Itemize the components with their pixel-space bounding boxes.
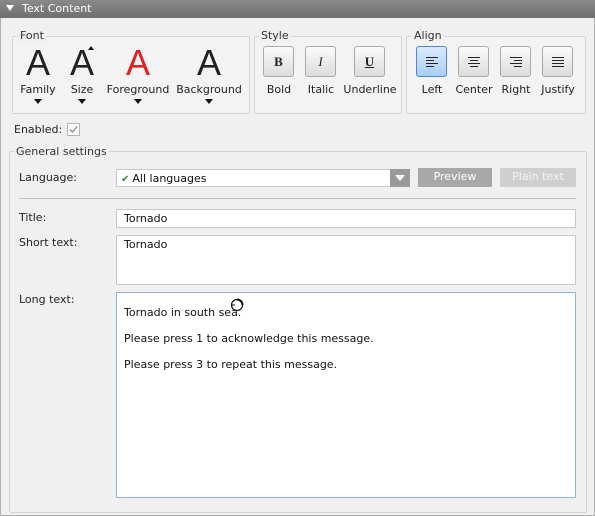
align-right-icon [509,56,522,67]
enabled-label: Enabled: [14,123,63,136]
panel-header[interactable]: Text Content [0,0,595,18]
bold-icon: B [274,53,283,69]
italic-label: Italic [307,83,335,96]
chevron-down-icon [205,99,213,104]
title-input[interactable]: Tornado [116,209,576,228]
chevron-down-icon [78,99,86,104]
bold-button[interactable]: B [263,46,294,77]
font-foreground-icon: A [125,42,150,83]
italic-button[interactable]: I [305,46,336,77]
align-justify-icon [551,56,564,67]
long-text-line: Please press 3 to repeat this message. [124,358,338,371]
align-right-label: Right [501,83,531,96]
align-group-title: Align [412,29,444,42]
size-up-arrow-icon [88,46,94,50]
plain-text-button[interactable]: Plain text [500,168,576,187]
underline-label: Underline [343,83,397,96]
chevron-down-icon [395,175,405,181]
font-size-label: Size [70,83,94,96]
enabled-checkbox[interactable] [67,123,80,136]
language-value: All languages [132,172,207,185]
preview-button[interactable]: Preview [418,168,492,187]
font-family-label: Family [20,83,56,96]
align-justify-label: Justify [541,83,575,96]
align-left-icon [425,56,438,67]
align-left-button[interactable] [416,46,447,77]
style-group-title: Style [259,29,291,42]
chevron-down-icon [134,99,142,104]
align-center-label: Center [455,83,493,96]
underline-button[interactable]: U [354,46,385,77]
long-text-line: Tornado in south sea. [124,306,242,319]
align-right-button[interactable] [500,46,531,77]
language-select[interactable]: ✔ All languages [116,169,410,187]
bold-label: Bold [266,83,292,96]
long-text-line: Please press 1 to acknowledge this messa… [124,332,374,345]
panel-title: Text Content [22,2,92,15]
font-foreground-button[interactable]: A Foreground [106,45,170,104]
general-settings-title: General settings [14,145,109,158]
font-background-button[interactable]: A Background [176,45,242,104]
font-family-icon: A [25,42,50,83]
underline-icon: U [364,53,375,69]
font-size-button[interactable]: A Size [62,45,102,104]
long-text-label: Long text: [19,293,75,306]
font-background-label: Background [176,83,242,96]
short-text-label: Short text: [19,236,78,249]
collapse-triangle-icon[interactable] [6,5,14,11]
align-left-label: Left [421,83,443,96]
checkmark-icon [69,126,78,133]
short-text-input[interactable]: Tornado [116,235,576,285]
separator [19,198,576,199]
font-background-icon: A [196,42,221,83]
font-family-button[interactable]: A Family [18,45,58,104]
language-label: Language: [19,171,77,184]
italic-icon: I [318,53,323,69]
font-foreground-label: Foreground [106,83,170,96]
busy-cursor-icon [230,298,244,312]
green-check-icon: ✔ [121,174,130,185]
language-dropdown-button[interactable] [390,169,410,187]
font-group-title: Font [18,29,46,42]
title-label: Title: [19,211,47,224]
align-center-icon [467,56,480,67]
align-center-button[interactable] [458,46,489,77]
align-justify-button[interactable] [542,46,573,77]
chevron-down-icon [34,99,42,104]
font-size-icon: A [69,42,94,83]
long-text-input[interactable]: Tornado in south sea. Please press 1 to … [116,292,576,498]
